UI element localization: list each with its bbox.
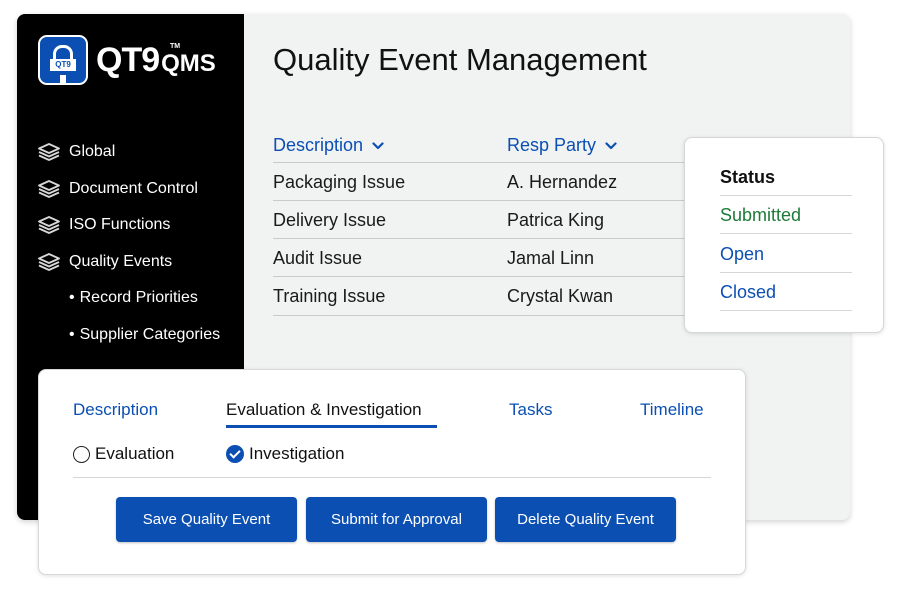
status-option-submitted[interactable]: Submitted — [720, 195, 852, 234]
logo[interactable]: QT9 QT9 TM QMS — [38, 35, 216, 85]
status-dropdown: Status Submitted Open Closed — [684, 137, 884, 333]
sidebar-item-global[interactable]: Global — [37, 134, 220, 171]
divider — [73, 477, 711, 478]
evaluation-label: Evaluation — [95, 444, 175, 463]
investigation-label: Investigation — [249, 444, 345, 463]
status-header: Status — [720, 157, 852, 196]
table-row[interactable]: Training Issue Crystal Kwan — [273, 276, 703, 316]
check-circle-icon[interactable] — [226, 445, 244, 463]
sidebar-subitem-label: Record Priorities — [79, 289, 198, 307]
layers-icon — [38, 179, 60, 198]
sidebar-item-iso-functions[interactable]: ISO Functions — [37, 207, 220, 244]
status-option-closed[interactable]: Closed — [720, 272, 852, 311]
sidebar-item-label: ISO Functions — [69, 216, 171, 234]
sidebar-item-quality-events[interactable]: Quality Events — [37, 244, 220, 281]
column-header-label: Description — [273, 135, 364, 155]
tab-tasks[interactable]: Tasks — [509, 400, 552, 420]
logo-wordmark: QT9 TM QMS — [96, 40, 216, 79]
column-header-resp-party[interactable]: Resp Party — [507, 135, 617, 156]
cell-resp-party: A. Hernandez — [507, 172, 618, 192]
cell-resp-party: Jamal Linn — [507, 248, 595, 268]
page-title: Quality Event Management — [273, 42, 647, 77]
sidebar-item-document-control[interactable]: Document Control — [37, 171, 220, 208]
delete-quality-event-button[interactable]: Delete Quality Event — [495, 497, 676, 542]
layers-icon — [38, 143, 60, 162]
investigation-option[interactable]: Investigation — [226, 444, 344, 464]
tab-timeline[interactable]: Timeline — [640, 400, 704, 420]
sidebar-item-label: Document Control — [69, 179, 198, 197]
submit-for-approval-button[interactable]: Submit for Approval — [306, 497, 487, 542]
status-option-open[interactable]: Open — [720, 234, 852, 273]
bullet-icon: • — [69, 289, 75, 307]
column-header-description[interactable]: Description — [273, 135, 384, 156]
tab-description[interactable]: Description — [73, 400, 158, 420]
sidebar-subitem-label: Supplier Categories — [79, 325, 221, 343]
table-row[interactable]: Packaging Issue A. Hernandez — [273, 162, 703, 201]
active-tab-indicator — [226, 425, 437, 428]
cell-description: Packaging Issue — [273, 172, 406, 192]
cell-resp-party: Crystal Kwan — [507, 286, 614, 306]
sidebar-nav: Global Document Control ISO Functions Qu… — [37, 134, 220, 353]
sidebar-subitem-supplier-categories[interactable]: • Supplier Categories — [37, 317, 220, 354]
save-quality-event-button[interactable]: Save Quality Event — [116, 497, 297, 542]
cell-resp-party: Patrica King — [507, 210, 605, 230]
table-row[interactable]: Delivery Issue Patrica King — [273, 200, 703, 239]
layers-icon — [38, 252, 60, 271]
sidebar-subitem-record-priorities[interactable]: • Record Priorities — [37, 280, 220, 317]
chevron-down-icon — [605, 141, 617, 149]
sidebar-item-label: Global — [69, 143, 116, 161]
tab-evaluation-investigation[interactable]: Evaluation & Investigation — [226, 400, 422, 420]
cell-description: Delivery Issue — [273, 210, 387, 230]
layers-icon — [38, 216, 60, 235]
sidebar-item-label: Quality Events — [69, 252, 173, 270]
chevron-down-icon — [372, 141, 384, 149]
column-header-label: Resp Party — [507, 135, 597, 155]
bullet-icon: • — [69, 325, 75, 343]
radio-unchecked-icon[interactable] — [73, 445, 90, 463]
qt9-badge-icon: QT9 — [38, 35, 88, 85]
cell-description: Audit Issue — [273, 248, 363, 268]
cell-description: Training Issue — [273, 286, 386, 306]
quality-event-form: Description Evaluation & Investigation T… — [38, 369, 746, 575]
table-row[interactable]: Audit Issue Jamal Linn — [273, 238, 703, 277]
evaluation-option[interactable]: Evaluation — [73, 444, 174, 464]
